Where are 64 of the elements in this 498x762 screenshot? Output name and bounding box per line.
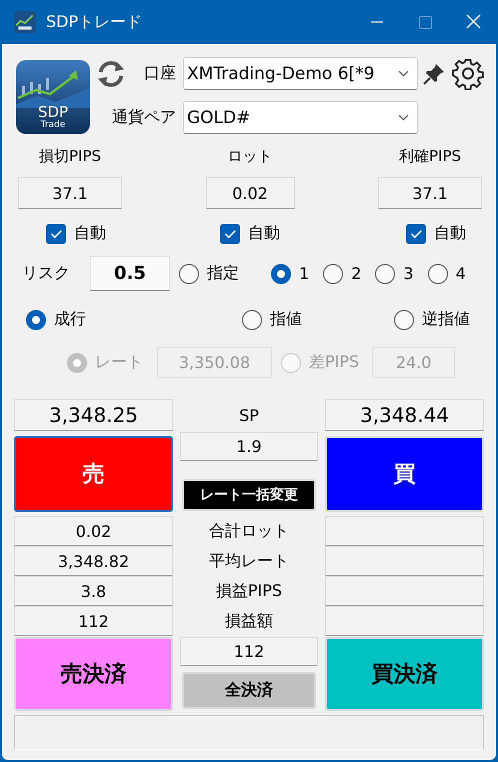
radio-label: 1 bbox=[299, 264, 310, 283]
checkbox[interactable] bbox=[220, 224, 240, 244]
close-sell-button[interactable]: 売決済 bbox=[14, 637, 173, 711]
setting-field[interactable]: 37.1 bbox=[18, 177, 122, 209]
pair-label: 通貨ペア bbox=[112, 107, 176, 128]
radio-button[interactable] bbox=[323, 264, 344, 284]
row-label: 損益PIPS bbox=[214, 580, 284, 602]
radio-label: 4 bbox=[456, 264, 466, 283]
logo-subtitle: Trade bbox=[40, 120, 66, 131]
sell-button[interactable]: 売 bbox=[14, 436, 173, 512]
close-buy-button[interactable]: 買決済 bbox=[325, 637, 484, 711]
account-dropdown[interactable]: XMTrading-Demo 6[*9 bbox=[183, 57, 418, 90]
ask-price: 3,348.44 bbox=[325, 399, 484, 431]
account-label: 口座 bbox=[144, 63, 176, 84]
table-cell: 3,348.82 bbox=[14, 546, 173, 576]
radio-label: 指値 bbox=[270, 309, 302, 330]
radio-label: 指定 bbox=[207, 263, 239, 284]
checkbox-label: 自動 bbox=[74, 223, 106, 244]
table-cell: 3.8 bbox=[14, 576, 173, 606]
table-cell: 0.02 bbox=[14, 516, 173, 546]
radio-button[interactable] bbox=[179, 264, 199, 284]
checkbox-label: 自動 bbox=[248, 223, 280, 244]
setting-field[interactable]: 0.02 bbox=[206, 177, 294, 209]
checkbox[interactable] bbox=[406, 224, 426, 244]
radio-label: 成行 bbox=[54, 309, 86, 330]
window-title: SDPトレード bbox=[46, 12, 142, 32]
radio-button[interactable] bbox=[271, 264, 291, 284]
radio-label: 逆指値 bbox=[422, 309, 470, 330]
radio-label: レート bbox=[95, 352, 143, 373]
settings-icon[interactable] bbox=[452, 58, 484, 90]
radio-label: 3 bbox=[403, 264, 414, 283]
row-label: 合計ロット bbox=[208, 520, 290, 542]
radio-label: 差PIPS bbox=[309, 352, 360, 373]
row-label: 平均レート bbox=[208, 550, 290, 572]
radio-button[interactable] bbox=[394, 310, 414, 330]
spread-label: SP bbox=[238, 404, 260, 426]
radio-button[interactable] bbox=[26, 310, 46, 330]
bid-price: 3,348.25 bbox=[14, 399, 173, 431]
radio-button[interactable] bbox=[428, 264, 448, 284]
chevron-down-icon bbox=[398, 114, 409, 121]
spread-value: 1.9 bbox=[180, 432, 318, 461]
app-icon bbox=[14, 11, 36, 33]
close-all-button[interactable]: 全決済 bbox=[182, 672, 316, 709]
logo-text: SDP bbox=[38, 104, 68, 120]
checkbox[interactable] bbox=[46, 224, 66, 244]
chevron-down-icon bbox=[398, 70, 409, 77]
row-label: 損益額 bbox=[224, 610, 274, 632]
pair-dropdown[interactable]: GOLD# bbox=[183, 101, 418, 134]
setting-label: ロット bbox=[228, 147, 272, 167]
table-cell: 112 bbox=[14, 606, 173, 636]
bulk-change-button[interactable]: レート一括変更 bbox=[182, 479, 316, 511]
setting-label: 利確PIPS bbox=[398, 147, 462, 167]
pin-icon[interactable] bbox=[422, 62, 446, 86]
risk-label: リスク bbox=[22, 263, 71, 284]
radio-label: 2 bbox=[351, 264, 362, 283]
radio-button[interactable] bbox=[375, 264, 396, 284]
checkbox-label: 自動 bbox=[434, 223, 466, 244]
buy-button[interactable]: 買 bbox=[325, 436, 484, 512]
setting-label: 損切PIPS bbox=[38, 147, 102, 167]
refresh-icon[interactable] bbox=[96, 58, 126, 88]
radio-button[interactable] bbox=[242, 310, 262, 330]
setting-field[interactable]: 37.1 bbox=[378, 177, 482, 209]
total-value: 112 bbox=[180, 637, 318, 666]
risk-field[interactable]: 0.5 bbox=[90, 256, 170, 291]
